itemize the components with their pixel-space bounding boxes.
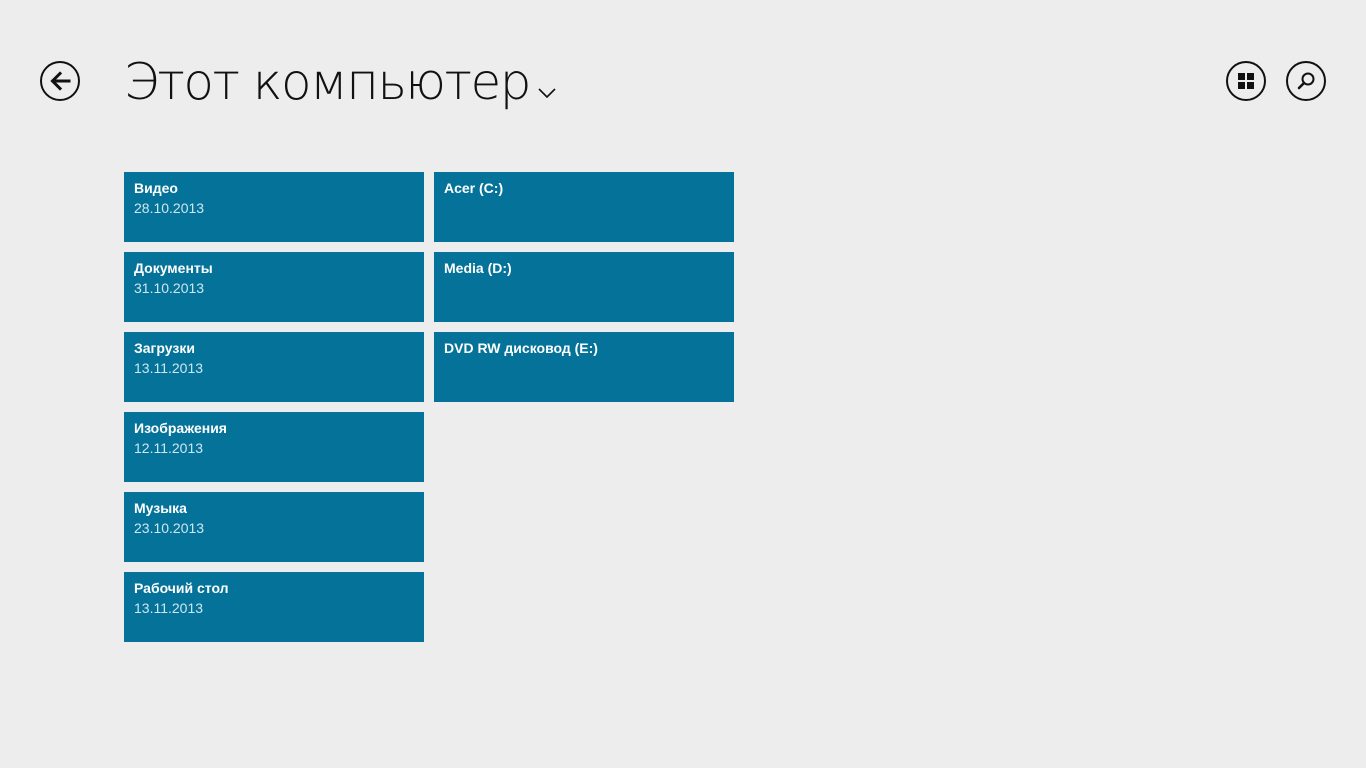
folder-tile-desktop[interactable]: Рабочий стол 13.11.2013 [124,572,424,642]
tile-name: Загрузки [134,340,195,356]
tile-date: 28.10.2013 [134,200,205,216]
tile-name: Acer (C:) [444,180,504,196]
search-icon [1297,72,1315,90]
tile-date: 23.10.2013 [134,520,205,536]
search-button[interactable] [1286,61,1326,101]
tile-date: 31.10.2013 [134,280,205,296]
tile-name: Рабочий стол [134,580,229,596]
folder-tile-pictures[interactable]: Изображения 12.11.2013 [124,412,424,482]
this-pc-page: Этот компьютер Видео 28.10.2013 Документ… [0,0,1366,768]
folders-column: Видео 28.10.2013 Документы 31.10.2013 За… [124,172,424,642]
tile-name: Media (D:) [444,260,512,276]
drive-tile-c[interactable]: Acer (C:) [434,172,734,242]
tiles-view-button[interactable] [1226,61,1266,101]
tile-name: DVD RW дисковод (E:) [444,340,598,356]
tile-name: Изображения [134,420,227,436]
tile-name: Документы [134,260,213,276]
tile-date: 12.11.2013 [134,440,204,456]
drive-tile-d[interactable]: Media (D:) [434,252,734,322]
folder-tile-documents[interactable]: Документы 31.10.2013 [124,252,424,322]
tile-date: 13.11.2013 [134,360,204,376]
chevron-down-icon [538,88,556,98]
back-arrow-icon [50,71,71,91]
drive-tile-e[interactable]: DVD RW дисковод (E:) [434,332,734,402]
tile-name: Музыка [134,500,187,516]
location-selector[interactable]: Этот компьютер [124,50,556,114]
folder-tile-downloads[interactable]: Загрузки 13.11.2013 [124,332,424,402]
tile-name: Видео [134,180,178,196]
back-button[interactable] [40,61,80,101]
folder-tile-music[interactable]: Музыка 23.10.2013 [124,492,424,562]
drives-column: Acer (C:) Media (D:) DVD RW дисковод (E:… [434,172,734,402]
folder-tile-videos[interactable]: Видео 28.10.2013 [124,172,424,242]
page-title: Этот компьютер [124,53,532,111]
tile-date: 13.11.2013 [134,600,204,616]
tiles-grid-icon [1238,73,1254,89]
